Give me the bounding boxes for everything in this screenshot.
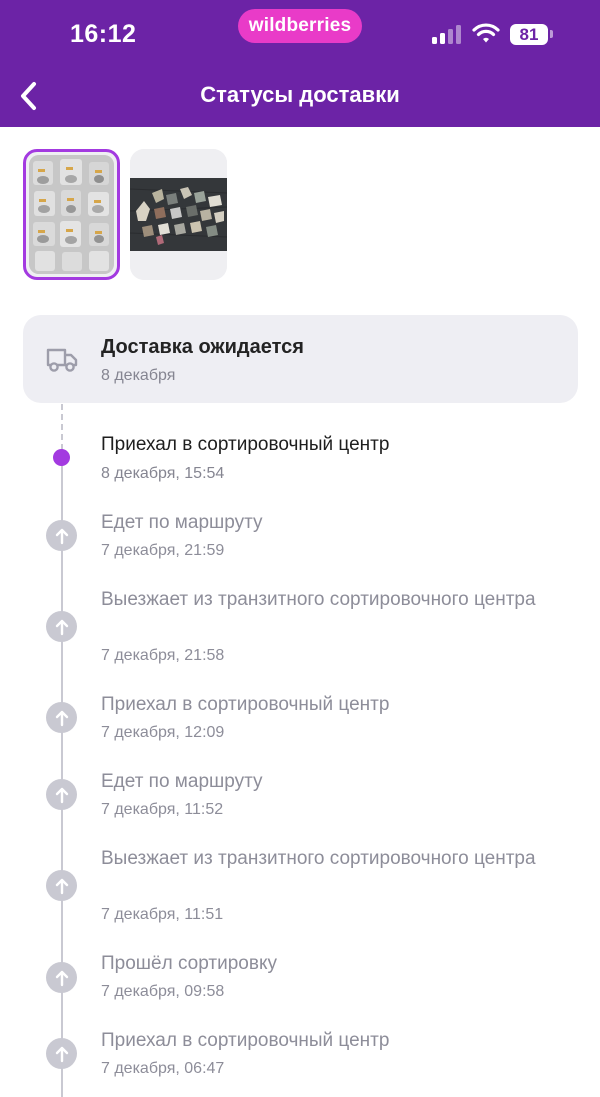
timeline-step — [46, 962, 77, 993]
arrow-up-icon — [55, 878, 68, 894]
event-time: 7 декабря, 06:47 — [101, 1060, 225, 1077]
timeline-step — [46, 520, 77, 551]
event-time: 8 декабря, 15:54 — [101, 465, 225, 482]
timeline-step — [46, 779, 77, 810]
timeline-line — [61, 458, 63, 1097]
timeline-active-dot — [53, 449, 70, 466]
product-thumbnail[interactable] — [130, 149, 227, 280]
delivery-status-title: Доставка ожидается — [101, 336, 304, 358]
product-photo-packaged-stones — [29, 155, 114, 274]
cellular-signal-icon — [432, 25, 464, 44]
event-title: Выезжает из транзитного сортировочного ц… — [101, 848, 536, 869]
event-title: Приехал в сортировочный центр — [101, 694, 390, 715]
delivery-status-card: Доставка ожидается 8 декабря — [23, 315, 578, 403]
event-title: Приехал в сортировочный центр — [101, 1030, 390, 1051]
event-time: 7 декабря, 11:51 — [101, 906, 224, 923]
arrow-up-icon — [55, 970, 68, 986]
timeline-step — [46, 702, 77, 733]
delivery-status-date: 8 декабря — [101, 367, 176, 384]
arrow-up-icon — [55, 1046, 68, 1062]
timeline-step — [46, 611, 77, 642]
event-time: 7 декабря, 09:58 — [101, 983, 225, 1000]
event-time: 7 декабря, 12:09 — [101, 724, 225, 741]
battery-tip — [550, 30, 553, 38]
timeline-step — [46, 870, 77, 901]
arrow-up-icon — [55, 619, 68, 635]
truck-icon — [46, 348, 78, 372]
status-bar-time: 16:12 — [70, 20, 137, 48]
arrow-up-icon — [55, 787, 68, 803]
event-title: Едет по маршруту — [101, 771, 263, 792]
event-title: Выезжает из транзитного сортировочного ц… — [101, 589, 536, 610]
product-photo-stones — [130, 149, 227, 280]
event-time: 7 декабря, 21:58 — [101, 647, 225, 664]
wifi-icon — [472, 23, 500, 43]
product-thumbnail-selected[interactable] — [23, 149, 120, 280]
event-title: Едет по маршруту — [101, 512, 263, 533]
event-time: 7 декабря, 11:52 — [101, 801, 224, 818]
timeline-step — [46, 1038, 77, 1069]
brand-pill: wildberries — [238, 9, 362, 43]
header-bar: 16:12 wildberries 81 Статусы доставки — [0, 0, 600, 127]
event-title: Прошёл сортировку — [101, 953, 277, 974]
arrow-up-icon — [55, 528, 68, 544]
timeline-dashed-connector — [61, 404, 63, 450]
event-title: Приехал в сортировочный центр — [101, 434, 390, 455]
arrow-up-icon — [55, 710, 68, 726]
event-time: 7 декабря, 21:59 — [101, 542, 225, 559]
battery-indicator: 81 — [510, 24, 548, 45]
page-title: Статусы доставки — [200, 82, 400, 107]
